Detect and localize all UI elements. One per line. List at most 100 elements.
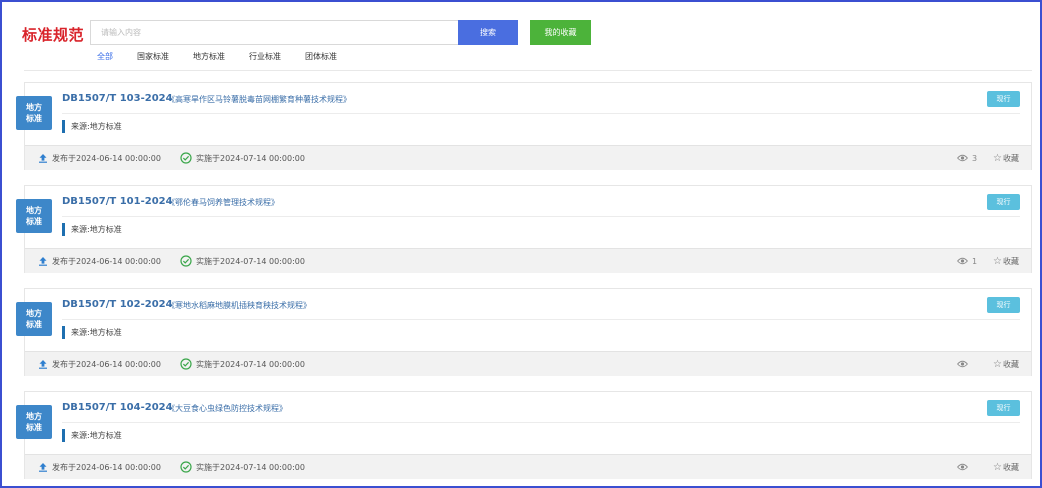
my-favorites-button[interactable]: 我的收藏 [530, 20, 591, 45]
filter-tab-group[interactable]: 团体标准 [305, 51, 337, 62]
check-circle-icon [180, 461, 192, 473]
source-label: 来源:地方标准 [62, 326, 122, 339]
source-text: 来源:地方标准 [71, 431, 122, 440]
upload-icon [39, 154, 47, 163]
search-input[interactable] [90, 20, 458, 45]
badge-line: 标准 [26, 320, 42, 329]
filter-tab-national[interactable]: 国家标准 [137, 51, 169, 62]
view-count [957, 360, 972, 368]
implement-date: 实施于2024-07-14 00:00:00 [180, 358, 305, 370]
search-button[interactable]: 搜索 [458, 20, 518, 45]
card-divider [62, 216, 1020, 217]
implement-date-text: 实施于2024-07-14 00:00:00 [196, 153, 305, 163]
header-divider [24, 70, 1032, 71]
category-badge: 地方 标准 [16, 405, 52, 439]
publish-date: 发布于2024-06-14 00:00:00 [38, 256, 161, 267]
upload-icon [39, 463, 47, 472]
filter-tab-industry[interactable]: 行业标准 [249, 51, 281, 62]
filter-tab-local[interactable]: 地方标准 [193, 51, 225, 62]
upload-icon [39, 360, 47, 369]
implement-date: 实施于2024-07-14 00:00:00 [180, 461, 305, 473]
status-badge: 现行 [987, 297, 1020, 313]
collect-button[interactable]: ☆ 收藏 [993, 359, 1019, 370]
page-frame: 标准规范 搜索 我的收藏 全部 国家标准 地方标准 行业标准 团体标准 地方 标… [0, 0, 1042, 488]
card-divider [62, 319, 1020, 320]
eye-icon [957, 360, 968, 368]
collect-label: 收藏 [1002, 462, 1019, 472]
filter-tab-all[interactable]: 全部 [97, 51, 113, 62]
publish-date: 发布于2024-06-14 00:00:00 [38, 359, 161, 370]
source-bar [62, 429, 65, 442]
publish-date-text: 发布于2024-06-14 00:00:00 [52, 359, 161, 369]
implement-date-text: 实施于2024-07-14 00:00:00 [196, 359, 305, 369]
star-icon: ☆ [993, 255, 1002, 267]
standard-title-link[interactable]: 《鄂伦春马饲养管理技术规程》 [167, 197, 279, 208]
standard-title-link[interactable]: 《寒地水稻麻地膜机插秧育秧技术规程》 [167, 300, 311, 311]
collect-label: 收藏 [1002, 153, 1019, 163]
standard-code-link[interactable]: DB1507/T 102-2024 [62, 299, 173, 310]
collect-button[interactable]: ☆ 收藏 [993, 153, 1019, 164]
star-icon: ☆ [993, 152, 1002, 164]
view-count-text: 3 [972, 153, 978, 163]
source-label: 来源:地方标准 [62, 223, 122, 236]
category-badge: 地方 标准 [16, 199, 52, 233]
publish-date-text: 发布于2024-06-14 00:00:00 [52, 462, 161, 472]
star-icon: ☆ [993, 461, 1002, 473]
check-circle-icon [180, 152, 192, 164]
standard-card: 地方 标准 DB1507/T 103-2024 《高寒旱作区马铃薯脱毒苗网棚繁育… [16, 82, 1032, 170]
badge-line: 标准 [26, 423, 42, 432]
view-count: 3 [957, 154, 977, 163]
site-logo[interactable]: 标准规范 [22, 24, 84, 45]
standard-code-link[interactable]: DB1507/T 104-2024 [62, 402, 173, 413]
filter-tabs: 全部 国家标准 地方标准 行业标准 团体标准 [97, 51, 361, 62]
badge-line: 地方 [26, 309, 42, 318]
card-divider [62, 422, 1020, 423]
badge-line: 标准 [26, 217, 42, 226]
card-footer: 发布于2024-06-14 00:00:00 实施于2024-07-14 00:… [25, 145, 1031, 170]
implement-date-text: 实施于2024-07-14 00:00:00 [196, 256, 305, 266]
implement-date: 实施于2024-07-14 00:00:00 [180, 152, 305, 164]
publish-date-text: 发布于2024-06-14 00:00:00 [52, 256, 161, 266]
standard-card: 地方 标准 DB1507/T 102-2024 《寒地水稻麻地膜机插秧育秧技术规… [16, 288, 1032, 376]
eye-icon [957, 257, 968, 265]
upload-icon [39, 257, 47, 266]
implement-date-text: 实施于2024-07-14 00:00:00 [196, 462, 305, 472]
check-circle-icon [180, 358, 192, 370]
card-footer: 发布于2024-06-14 00:00:00 实施于2024-07-14 00:… [25, 351, 1031, 376]
view-count [957, 463, 972, 471]
view-count: 1 [957, 257, 977, 266]
implement-date: 实施于2024-07-14 00:00:00 [180, 255, 305, 267]
standard-card: 地方 标准 DB1507/T 104-2024 《大豆食心虫绿色防控技术规程》 … [16, 391, 1032, 479]
source-text: 来源:地方标准 [71, 122, 122, 131]
standard-title-link[interactable]: 《高寒旱作区马铃薯脱毒苗网棚繁育种薯技术规程》 [167, 94, 351, 105]
status-badge: 现行 [987, 91, 1020, 107]
source-text: 来源:地方标准 [71, 328, 122, 337]
publish-date: 发布于2024-06-14 00:00:00 [38, 462, 161, 473]
source-label: 来源:地方标准 [62, 120, 122, 133]
status-badge: 现行 [987, 194, 1020, 210]
source-bar [62, 326, 65, 339]
card-footer: 发布于2024-06-14 00:00:00 实施于2024-07-14 00:… [25, 248, 1031, 273]
badge-line: 地方 [26, 206, 42, 215]
collect-label: 收藏 [1002, 359, 1019, 369]
standard-card: 地方 标准 DB1507/T 101-2024 《鄂伦春马饲养管理技术规程》 现… [16, 185, 1032, 273]
standard-code-link[interactable]: DB1507/T 101-2024 [62, 196, 173, 207]
card-divider [62, 113, 1020, 114]
star-icon: ☆ [993, 358, 1002, 370]
eye-icon [957, 463, 968, 471]
source-bar [62, 223, 65, 236]
view-count-text: 1 [972, 256, 978, 266]
badge-line: 标准 [26, 114, 42, 123]
collect-button[interactable]: ☆ 收藏 [993, 256, 1019, 267]
badge-line: 地方 [26, 103, 42, 112]
category-badge: 地方 标准 [16, 302, 52, 336]
standard-title-link[interactable]: 《大豆食心虫绿色防控技术规程》 [167, 403, 287, 414]
status-badge: 现行 [987, 400, 1020, 416]
publish-date-text: 发布于2024-06-14 00:00:00 [52, 153, 161, 163]
source-bar [62, 120, 65, 133]
source-label: 来源:地方标准 [62, 429, 122, 442]
collect-button[interactable]: ☆ 收藏 [993, 462, 1019, 473]
check-circle-icon [180, 255, 192, 267]
standard-code-link[interactable]: DB1507/T 103-2024 [62, 93, 173, 104]
collect-label: 收藏 [1002, 256, 1019, 266]
